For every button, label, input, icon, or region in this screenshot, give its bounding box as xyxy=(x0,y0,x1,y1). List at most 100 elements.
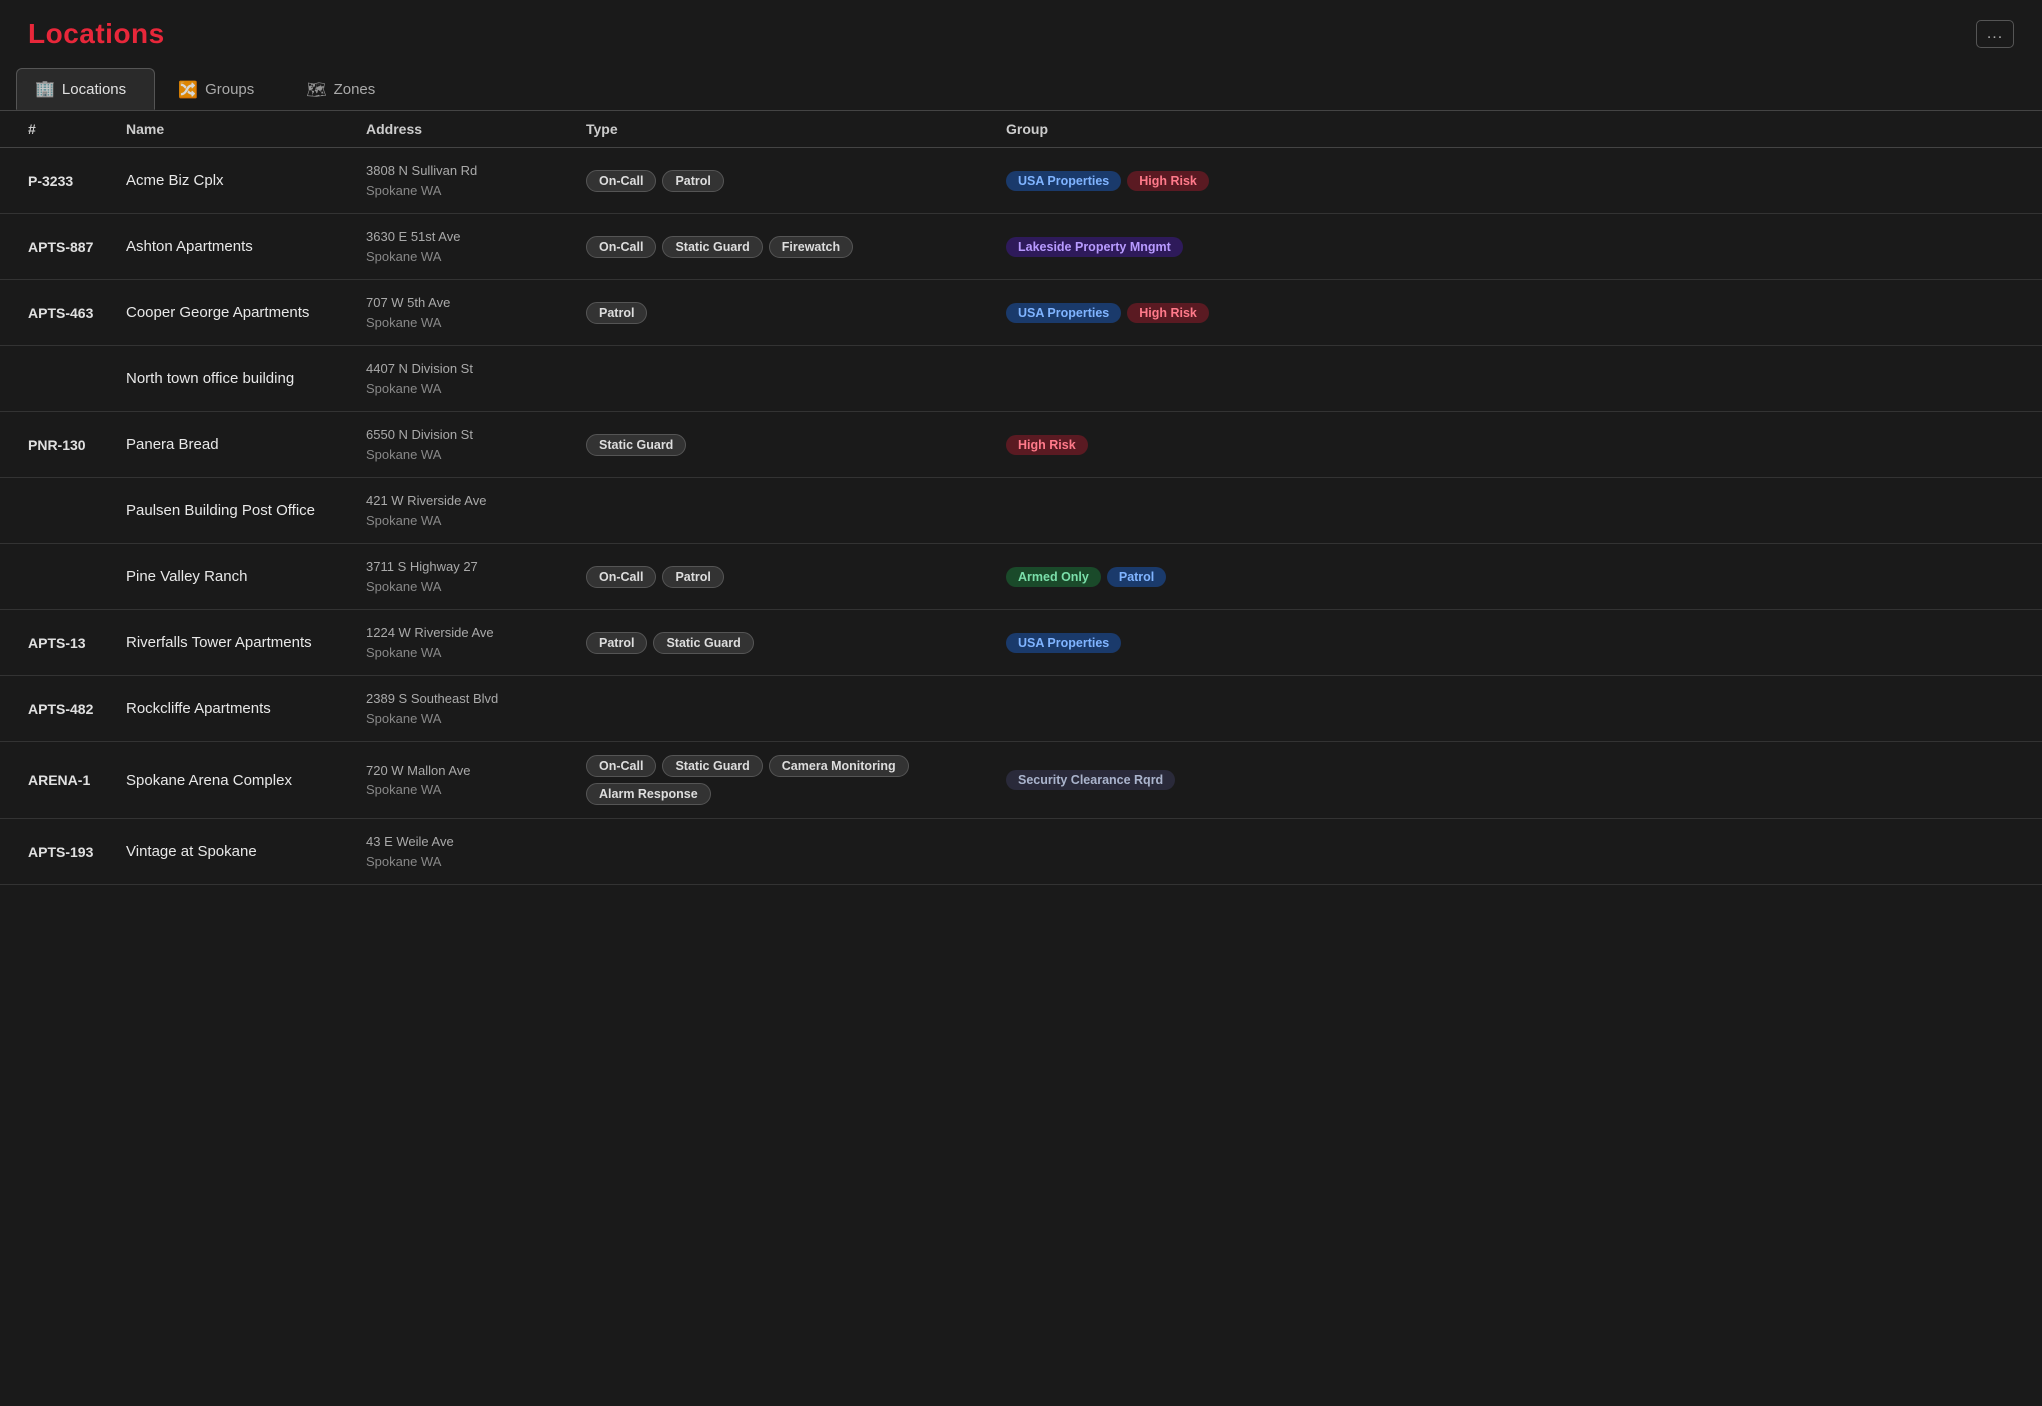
table-row[interactable]: APTS-193Vintage at Spokane43 E Weile Ave… xyxy=(0,819,2042,885)
tab-locations[interactable]: 🏢 Locations xyxy=(16,68,155,110)
type-badge: Static Guard xyxy=(662,755,762,777)
cell-number: P-3233 xyxy=(0,148,110,214)
cell-type xyxy=(570,346,990,412)
type-badge: Static Guard xyxy=(662,236,762,258)
groups-icon: 🔀 xyxy=(178,80,198,100)
cell-group xyxy=(990,676,2042,742)
table-row[interactable]: APTS-13Riverfalls Tower Apartments1224 W… xyxy=(0,610,2042,676)
cell-address: 2389 S Southeast BlvdSpokane WA xyxy=(350,676,570,742)
table-header-row: # Name Address Type Group xyxy=(0,111,2042,148)
cell-name: Pine Valley Ranch xyxy=(110,544,350,610)
cell-name: Panera Bread xyxy=(110,412,350,478)
table-row[interactable]: Paulsen Building Post Office421 W Rivers… xyxy=(0,478,2042,544)
table-row[interactable]: Pine Valley Ranch3711 S Highway 27Spokan… xyxy=(0,544,2042,610)
type-badge: Patrol xyxy=(662,566,723,588)
group-badge: USA Properties xyxy=(1006,171,1121,191)
cell-type: Static Guard xyxy=(570,412,990,478)
group-badge: High Risk xyxy=(1127,171,1209,191)
cell-type: Patrol Static Guard xyxy=(570,610,990,676)
cell-group xyxy=(990,346,2042,412)
col-header-type: Type xyxy=(570,111,990,148)
cell-name: Rockcliffe Apartments xyxy=(110,676,350,742)
cell-group xyxy=(990,478,2042,544)
table-wrapper: # Name Address Type Group P-3233Acme Biz… xyxy=(0,111,2042,885)
cell-group: USA Properties High Risk xyxy=(990,280,2042,346)
cell-group: Armed Only Patrol xyxy=(990,544,2042,610)
tab-groups-label: Groups xyxy=(205,81,254,98)
type-badge: Camera Monitoring xyxy=(769,755,909,777)
cell-number: APTS-13 xyxy=(0,610,110,676)
type-badge: Patrol xyxy=(586,632,647,654)
cell-number: ARENA-1 xyxy=(0,742,110,819)
type-badge: On-Call xyxy=(586,170,656,192)
cell-name: Ashton Apartments xyxy=(110,214,350,280)
tab-zones-label: Zones xyxy=(334,81,376,98)
tabs-container: 🏢 Locations 🔀 Groups 🗺 Zones xyxy=(0,68,2042,111)
group-badge: Armed Only xyxy=(1006,567,1101,587)
cell-address: 421 W Riverside AveSpokane WA xyxy=(350,478,570,544)
group-badge: High Risk xyxy=(1127,303,1209,323)
type-badge: Alarm Response xyxy=(586,783,711,805)
type-badge: Patrol xyxy=(586,302,647,324)
tab-locations-label: Locations xyxy=(62,81,126,98)
table-row[interactable]: North town office building4407 N Divisio… xyxy=(0,346,2042,412)
cell-address: 4407 N Division StSpokane WA xyxy=(350,346,570,412)
group-badge: USA Properties xyxy=(1006,303,1121,323)
table-row[interactable]: ARENA-1Spokane Arena Complex720 W Mallon… xyxy=(0,742,2042,819)
group-badge: High Risk xyxy=(1006,435,1088,455)
cell-number xyxy=(0,478,110,544)
cell-address: 3711 S Highway 27Spokane WA xyxy=(350,544,570,610)
cell-name: Vintage at Spokane xyxy=(110,819,350,885)
cell-type: On-Call Static Guard Camera Monitoring Alar… xyxy=(570,742,990,819)
type-badge: On-Call xyxy=(586,755,656,777)
cell-group xyxy=(990,819,2042,885)
cell-number: PNR-130 xyxy=(0,412,110,478)
page-header: Locations ... xyxy=(0,0,2042,60)
header-menu-button[interactable]: ... xyxy=(1976,20,2014,48)
cell-type: On-Call Static Guard Firewatch xyxy=(570,214,990,280)
cell-type: Patrol xyxy=(570,280,990,346)
group-badge: Patrol xyxy=(1107,567,1166,587)
cell-name: Riverfalls Tower Apartments xyxy=(110,610,350,676)
cell-type xyxy=(570,819,990,885)
group-badge: Security Clearance Rqrd xyxy=(1006,770,1175,790)
cell-group: Lakeside Property Mngmt xyxy=(990,214,2042,280)
col-header-address: Address xyxy=(350,111,570,148)
cell-name: Paulsen Building Post Office xyxy=(110,478,350,544)
zones-icon: 🗺 xyxy=(306,80,326,100)
type-badge: Firewatch xyxy=(769,236,853,258)
cell-address: 43 E Weile AveSpokane WA xyxy=(350,819,570,885)
cell-number: APTS-482 xyxy=(0,676,110,742)
cell-address: 720 W Mallon AveSpokane WA xyxy=(350,742,570,819)
cell-number: APTS-887 xyxy=(0,214,110,280)
type-badge: Patrol xyxy=(662,170,723,192)
cell-number: APTS-463 xyxy=(0,280,110,346)
cell-number xyxy=(0,346,110,412)
type-badge: Static Guard xyxy=(653,632,753,654)
table-row[interactable]: P-3233Acme Biz Cplx3808 N Sullivan RdSpo… xyxy=(0,148,2042,214)
locations-table: # Name Address Type Group P-3233Acme Biz… xyxy=(0,111,2042,885)
cell-type: On-CallPatrol xyxy=(570,544,990,610)
type-badge: On-Call xyxy=(586,236,656,258)
cell-group: Security Clearance Rqrd xyxy=(990,742,2042,819)
col-header-number: # xyxy=(0,111,110,148)
cell-type xyxy=(570,478,990,544)
cell-name: Cooper George Apartments xyxy=(110,280,350,346)
cell-address: 3808 N Sullivan RdSpokane WA xyxy=(350,148,570,214)
cell-name: Acme Biz Cplx xyxy=(110,148,350,214)
cell-number: APTS-193 xyxy=(0,819,110,885)
type-badge: Static Guard xyxy=(586,434,686,456)
cell-type: On-Call Patrol xyxy=(570,148,990,214)
group-badge: Lakeside Property Mngmt xyxy=(1006,237,1183,257)
tab-zones[interactable]: 🗺 Zones xyxy=(287,68,404,110)
col-header-name: Name xyxy=(110,111,350,148)
cell-address: 6550 N Division StSpokane WA xyxy=(350,412,570,478)
table-row[interactable]: APTS-463Cooper George Apartments707 W 5t… xyxy=(0,280,2042,346)
table-row[interactable]: APTS-887Ashton Apartments3630 E 51st Ave… xyxy=(0,214,2042,280)
cell-group: USA Properties High Risk xyxy=(990,148,2042,214)
table-row[interactable]: PNR-130Panera Bread6550 N Division StSpo… xyxy=(0,412,2042,478)
tab-groups[interactable]: 🔀 Groups xyxy=(159,68,283,110)
cell-group: USA Properties xyxy=(990,610,2042,676)
cell-type xyxy=(570,676,990,742)
table-row[interactable]: APTS-482Rockcliffe Apartments2389 S Sout… xyxy=(0,676,2042,742)
